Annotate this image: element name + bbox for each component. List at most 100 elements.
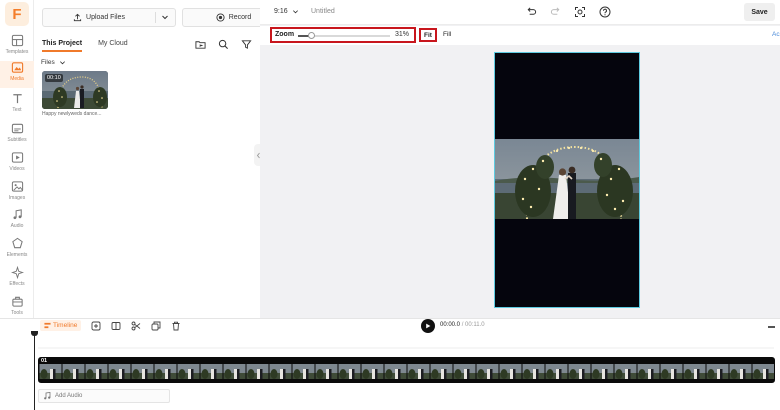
total-duration: 00:11.0	[465, 322, 485, 328]
zoom-slider-handle[interactable]	[308, 32, 315, 39]
upload-label: Upload Files	[86, 14, 125, 21]
videos-icon	[11, 152, 23, 163]
chevron-down-icon	[292, 10, 298, 14]
canvas-workspace: 9:16 Untitled Save Zoom 31% Fit Fill Ac	[260, 0, 780, 318]
filmstrip-frame	[246, 364, 269, 379]
sidebar-item-text[interactable]: Text	[0, 92, 34, 119]
sidebar-item-elements[interactable]: Elements	[0, 237, 34, 264]
filter-icon[interactable]	[241, 39, 252, 50]
media-tabs: This Project My Cloud	[42, 40, 128, 52]
aspect-ratio-select[interactable]: 9:16	[274, 8, 299, 15]
duplicate-icon[interactable]	[151, 321, 161, 331]
panel-tools	[195, 39, 252, 50]
fit-button[interactable]: Fit	[419, 28, 437, 42]
video-clip[interactable]: 01	[38, 357, 775, 383]
aspect-ratio-value: 9:16	[274, 8, 288, 15]
tab-my-cloud[interactable]: My Cloud	[98, 40, 128, 52]
record-label: Record	[228, 14, 252, 21]
folder-add-icon[interactable]	[195, 39, 206, 50]
help-icon[interactable]	[599, 6, 611, 18]
chevron-down-icon	[59, 61, 65, 65]
filmstrip-frame	[706, 364, 729, 379]
chevron-down-icon[interactable]	[161, 13, 169, 21]
playhead[interactable]	[34, 333, 35, 410]
zoom-slider[interactable]	[298, 32, 390, 39]
media-thumbnail[interactable]: 00:10	[42, 71, 108, 109]
subtitles-icon	[11, 123, 23, 134]
left-rail: F Templates Media Text Subtitles Videos …	[0, 0, 34, 318]
sidebar-item-label: Audio	[10, 223, 24, 229]
files-dropdown[interactable]: Files	[41, 59, 66, 66]
filmstrip-frame	[729, 364, 752, 379]
sidebar-item-images[interactable]: Images	[0, 180, 34, 207]
top-bar: 9:16 Untitled Save	[260, 0, 780, 25]
tab-this-project[interactable]: This Project	[42, 40, 83, 52]
record-icon	[216, 13, 225, 22]
play-icon	[426, 323, 431, 329]
trash-icon[interactable]	[171, 321, 181, 331]
zoom-out-icon[interactable]	[768, 326, 775, 328]
filmstrip-frame	[154, 364, 177, 379]
playback-time: 00:00.0 / 00:11.0	[440, 322, 485, 328]
timeline-label: Timeline	[53, 322, 78, 329]
redo-icon[interactable]	[550, 6, 561, 17]
upload-files-button[interactable]: Upload Files	[42, 8, 176, 27]
video-canvas[interactable]	[494, 52, 640, 308]
timeline-ruler[interactable]	[38, 339, 774, 349]
elements-icon	[11, 237, 23, 249]
music-note-icon	[44, 392, 51, 400]
upload-icon	[73, 13, 82, 22]
undo-icon[interactable]	[526, 6, 537, 17]
timeline-icon	[44, 322, 51, 329]
filmstrip-frame	[683, 364, 706, 379]
filmstrip-frame	[522, 364, 545, 379]
filmstrip-frame	[62, 364, 85, 379]
save-button[interactable]: Save	[744, 3, 775, 21]
audio-icon	[13, 209, 22, 220]
sidebar-item-subtitles[interactable]: Subtitles	[0, 122, 34, 149]
filmstrip-frame	[545, 364, 568, 379]
media-icon	[11, 62, 23, 73]
search-icon[interactable]	[218, 39, 229, 50]
add-track-icon[interactable]	[91, 321, 101, 331]
filmstrip-frame	[292, 364, 315, 379]
fill-button[interactable]: Fill	[443, 31, 451, 38]
document-title[interactable]: Untitled	[311, 8, 335, 15]
sidebar-item-templates[interactable]: Templates	[0, 34, 34, 61]
playhead-handle[interactable]	[31, 331, 38, 336]
duration-badge: 00:10	[45, 74, 63, 82]
canvas-video-frame[interactable]	[495, 139, 639, 219]
sidebar-item-videos[interactable]: Videos	[0, 151, 34, 178]
scissors-icon[interactable]	[131, 321, 141, 331]
filmstrip-frame	[338, 364, 361, 379]
screenshot-icon[interactable]	[574, 6, 586, 18]
app-logo[interactable]: F	[5, 2, 29, 26]
effects-icon	[10, 266, 24, 279]
sidebar-item-label: Templates	[5, 49, 29, 55]
history-tools	[526, 6, 611, 18]
sidebar-item-label: Tools	[11, 310, 23, 316]
sidebar-item-media[interactable]: Media	[0, 61, 34, 88]
zoom-control: Zoom 31%	[270, 27, 416, 43]
sidebar-item-audio[interactable]: Audio	[0, 208, 34, 235]
sidebar-item-label: Effects	[9, 281, 25, 287]
filmstrip-frame	[614, 364, 637, 379]
upload-main[interactable]: Upload Files	[43, 9, 155, 26]
add-audio-label: Add Audio	[55, 393, 83, 399]
filmstrip-frame	[200, 364, 223, 379]
play-button[interactable]	[421, 319, 435, 333]
sidebar-item-label: Images	[8, 195, 26, 201]
filmstrip-frame	[39, 364, 62, 379]
timeline-panel: Timeline 00:00.0 / 00:11.0 01 Add Audio	[0, 318, 780, 410]
split-icon[interactable]	[111, 321, 121, 331]
sidebar-item-effects[interactable]: Effects	[0, 266, 34, 293]
add-audio-button[interactable]: Add Audio	[38, 389, 170, 403]
filmstrip-frame	[453, 364, 476, 379]
toolbar-overflow-label[interactable]: Ac	[772, 31, 780, 38]
timeline-tab[interactable]: Timeline	[40, 320, 82, 331]
filmstrip-frame	[85, 364, 108, 379]
media-filename: Happy newlyweds dance...	[42, 111, 102, 117]
filmstrip-frame	[315, 364, 338, 379]
filmstrip-frame	[131, 364, 154, 379]
text-icon	[12, 94, 22, 104]
